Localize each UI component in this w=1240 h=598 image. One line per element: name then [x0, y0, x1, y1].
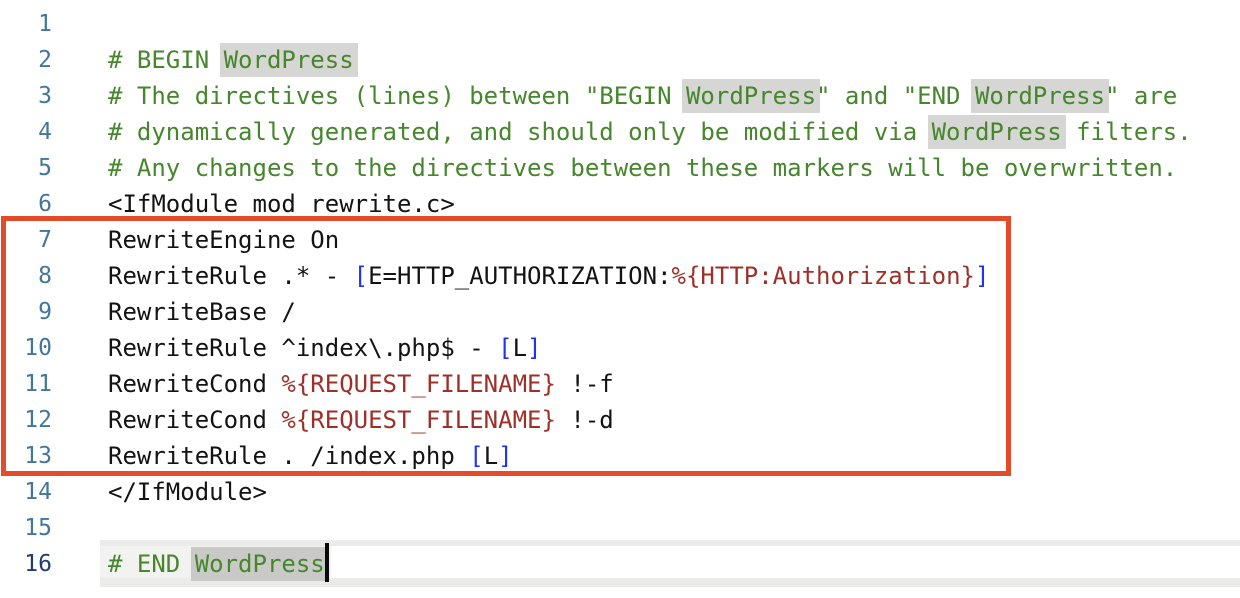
search-match: WordPress [191, 547, 329, 581]
code-line[interactable]: 4 # dynamically generated, and should onl… [0, 114, 1192, 150]
line-number[interactable]: 6 [0, 186, 52, 222]
code-segment: </IfModule> [108, 478, 267, 506]
line-number[interactable]: 9 [0, 294, 52, 330]
code-segment: RewriteRule . /index.php [108, 442, 469, 470]
code-line[interactable]: 16 # END WordPress [0, 546, 1192, 582]
code-segment: # dynamically generated, and should only… [108, 118, 932, 146]
line-number[interactable]: 2 [0, 42, 52, 78]
code-line[interactable]: 7 RewriteEngine On [0, 222, 1192, 258]
search-match: WordPress [971, 79, 1109, 113]
code-line[interactable]: 5 # Any changes to the directives between… [0, 150, 1192, 186]
code-segment: L [484, 442, 498, 470]
code-segment: RewriteRule ^index\.php$ - [108, 334, 498, 362]
code-line[interactable]: 14 </IfModule> [0, 474, 1192, 510]
code-segment: ] [498, 442, 512, 470]
code-segment: filters. [1062, 118, 1192, 146]
code-segment: [ [498, 334, 512, 362]
code-text: # END WordPress [108, 546, 325, 582]
code-segment: RewriteCond [108, 370, 281, 398]
line-number[interactable]: 3 [0, 78, 52, 114]
code-segment: RewriteRule .* - [108, 262, 354, 290]
search-match: WordPress [220, 43, 358, 77]
code-segment: " are [1105, 82, 1177, 110]
code-text: # BEGIN WordPress [108, 42, 354, 78]
text-cursor [325, 543, 329, 582]
code-segment: [ [469, 442, 483, 470]
code-segment: RewriteCond [108, 406, 281, 434]
code-line[interactable]: 15 [0, 510, 1192, 546]
code-line[interactable]: 10 RewriteRule ^index\.php$ - [L] [0, 330, 1192, 366]
line-number[interactable]: 12 [0, 402, 52, 438]
code-text: # dynamically generated, and should only… [108, 114, 1192, 150]
code-line[interactable]: 9 RewriteBase / [0, 294, 1192, 330]
code-segment: # The directives (lines) between "BEGIN [108, 82, 686, 110]
line-number[interactable]: 4 [0, 114, 52, 150]
code-segment: ] [527, 334, 541, 362]
code-segment: RewriteEngine On [108, 226, 339, 254]
code-text: RewriteRule .* - [E=HTTP_AUTHORIZATION:%… [108, 258, 989, 294]
line-number[interactable]: 7 [0, 222, 52, 258]
code-line[interactable]: 12 RewriteCond %{REQUEST_FILENAME} !-d [0, 402, 1192, 438]
code-text: RewriteCond %{REQUEST_FILENAME} !-d [108, 402, 614, 438]
code-line[interactable]: 1 [0, 6, 1192, 42]
code-text: # Any changes to the directives between … [108, 150, 1177, 186]
line-number[interactable]: 8 [0, 258, 52, 294]
code-segment: # END [108, 550, 195, 578]
code-segment: !-d [556, 406, 614, 434]
code-segment: ] [975, 262, 989, 290]
code-segment: %{HTTP:Authorization} [672, 262, 975, 290]
code-segment: [ [354, 262, 368, 290]
code-text: <IfModule mod_rewrite.c> [108, 186, 455, 222]
line-number[interactable]: 13 [0, 438, 52, 474]
code-segment: E=HTTP_AUTHORIZATION: [368, 262, 671, 290]
code-text: RewriteCond %{REQUEST_FILENAME} !-f [108, 366, 614, 402]
line-number[interactable]: 11 [0, 366, 52, 402]
code-editor[interactable]: 12 # BEGIN WordPress 3 # The directives (li… [0, 0, 1240, 598]
code-line[interactable]: 11 RewriteCond %{REQUEST_FILENAME} !-f [0, 366, 1192, 402]
code-text: RewriteBase / [108, 294, 296, 330]
code-segment: # Any changes to the directives between … [108, 154, 1177, 182]
code-line[interactable]: 13 RewriteRule . /index.php [L] [0, 438, 1192, 474]
search-match: WordPress [928, 115, 1066, 149]
code-segment: <IfModule mod_rewrite.c> [108, 190, 455, 218]
search-match: WordPress [682, 79, 820, 113]
code-text: RewriteEngine On [108, 222, 339, 258]
code-segment: %{REQUEST_FILENAME} [281, 406, 556, 434]
code-line[interactable]: 6 <IfModule mod_rewrite.c> [0, 186, 1192, 222]
code-text: RewriteRule . /index.php [L] [108, 438, 513, 474]
line-number[interactable]: 1 [0, 6, 52, 42]
code-segment: %{REQUEST_FILENAME} [281, 370, 556, 398]
line-number[interactable]: 16 [0, 546, 52, 582]
code-segment: L [513, 334, 527, 362]
code-line[interactable]: 8 RewriteRule .* - [E=HTTP_AUTHORIZATION:… [0, 258, 1192, 294]
line-number[interactable]: 10 [0, 330, 52, 366]
code-segment: !-f [556, 370, 614, 398]
line-number[interactable]: 15 [0, 510, 52, 546]
code-line[interactable]: 3 # The directives (lines) between "BEGIN… [0, 78, 1192, 114]
code-text: # The directives (lines) between "BEGIN … [108, 78, 1177, 114]
code-text: RewriteRule ^index\.php$ - [L] [108, 330, 542, 366]
code-segment: RewriteBase / [108, 298, 296, 326]
line-number[interactable]: 5 [0, 150, 52, 186]
code-text: </IfModule> [108, 474, 267, 510]
line-number[interactable]: 14 [0, 474, 52, 510]
code-line[interactable]: 2 # BEGIN WordPress [0, 42, 1192, 78]
code-segment: " and "END [816, 82, 975, 110]
code-segment: # BEGIN [108, 46, 224, 74]
code-rows[interactable]: 12 # BEGIN WordPress 3 # The directives (li… [0, 6, 1192, 582]
